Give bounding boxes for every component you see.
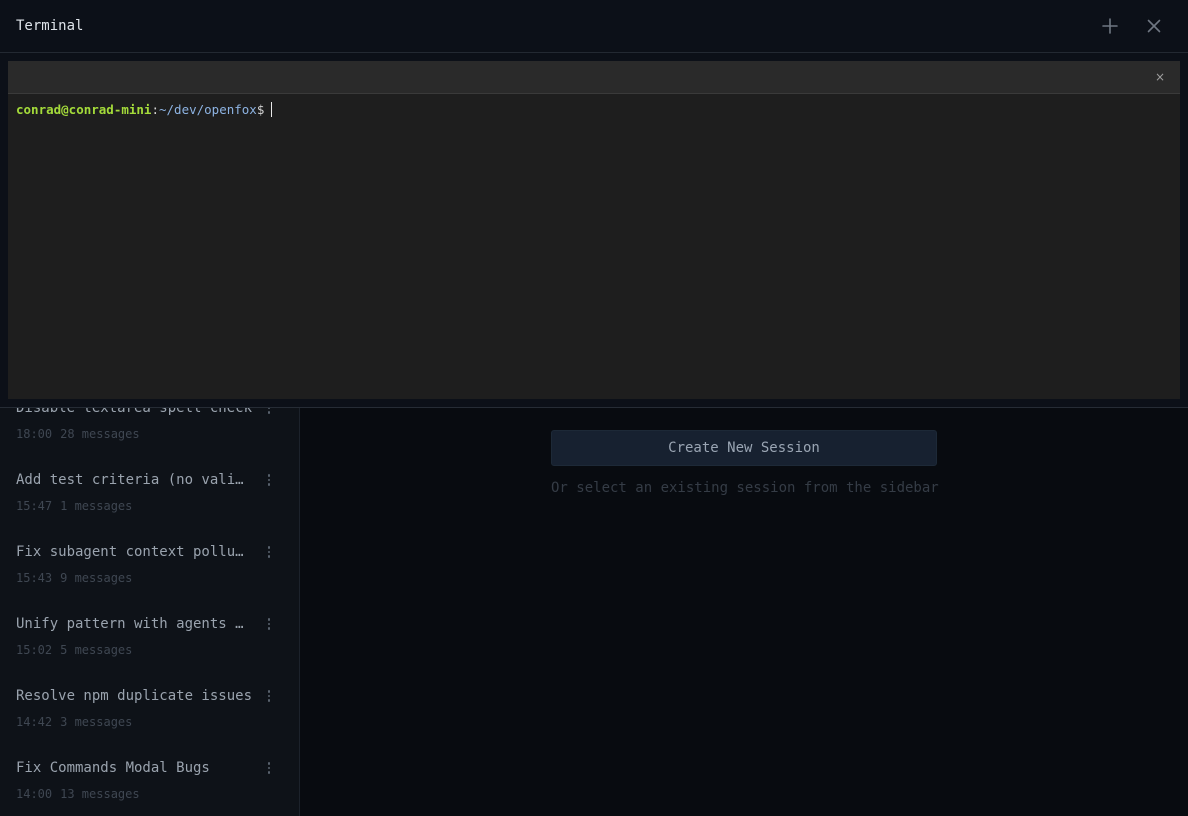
close-icon[interactable] <box>1144 16 1164 36</box>
prompt-symbol: $ <box>256 102 265 117</box>
session-item[interactable]: Fix Commands Modal Bugs 14:00 13 messages <box>0 754 299 816</box>
session-list: Disable textarea spell check 18:00 28 mes… <box>0 394 299 816</box>
session-meta: 18:00 28 messages <box>16 427 140 441</box>
session-message-count: 28 messages <box>60 427 140 441</box>
terminal-window[interactable]: × conrad@conrad-mini:~/dev/openfox$ <box>8 61 1180 399</box>
session-title: Add test criteria (no validation) <box>16 472 252 488</box>
prompt-separator: : <box>151 102 159 117</box>
session-time: 15:02 <box>16 643 53 657</box>
session-title: Fix Commands Modal Bugs <box>16 760 210 776</box>
terminal-tab-bar: × <box>8 61 1180 94</box>
session-message-count: 1 messages <box>60 499 133 513</box>
terminal-prompt-line[interactable]: conrad@conrad-mini:~/dev/openfox$ <box>16 102 273 118</box>
session-meta: 15:47 1 messages <box>16 499 132 513</box>
terminal-panel: Terminal × conrad@conrad-mini:~/dev/open… <box>0 0 1188 408</box>
session-time: 14:42 <box>16 715 53 729</box>
session-item[interactable]: Resolve npm duplicate issues 14:42 3 mess… <box>0 682 299 754</box>
more-options-icon[interactable] <box>263 542 275 562</box>
session-time: 18:00 <box>16 427 53 441</box>
session-title: Fix subagent context pollution <box>16 544 252 560</box>
session-meta: 14:42 3 messages <box>16 715 132 729</box>
more-options-icon[interactable] <box>263 758 275 778</box>
text-cursor <box>271 102 273 117</box>
prompt-path: ~/dev/openfox <box>159 102 257 117</box>
session-message-count: 5 messages <box>60 643 133 657</box>
session-meta: 15:02 5 messages <box>16 643 132 657</box>
session-item[interactable]: Add test criteria (no validation) 15:471… <box>0 466 299 538</box>
more-options-icon[interactable] <box>263 470 275 490</box>
more-options-icon[interactable] <box>263 614 275 634</box>
prompt-user-host: conrad@conrad-mini <box>16 102 152 117</box>
create-new-session-button[interactable]: Create New Session <box>551 430 937 466</box>
session-message-count: 3 messages <box>60 715 133 729</box>
terminal-tab-close-icon[interactable]: × <box>1154 69 1166 85</box>
session-message-count: 9 messages <box>60 571 133 585</box>
empty-state-hint: Or select an existing session from the s… <box>551 480 939 496</box>
terminal-title: Terminal <box>16 18 84 34</box>
session-message-count: 13 messages <box>60 787 140 801</box>
session-title: Unify pattern with agents and skills <box>16 616 252 632</box>
session-time: 14:00 <box>16 787 53 801</box>
session-time: 15:43 <box>16 571 53 585</box>
more-options-icon[interactable] <box>263 686 275 706</box>
session-meta: 14:00 13 messages <box>16 787 140 801</box>
app-root: Disable textarea spell check 18:00 28 mes… <box>0 0 1188 816</box>
session-time: 15:47 <box>16 499 53 513</box>
session-title: Resolve npm duplicate issues <box>16 688 252 704</box>
plus-icon[interactable] <box>1100 16 1120 36</box>
session-item[interactable]: Fix subagent context pollution 15:43 9 me… <box>0 538 299 610</box>
session-item[interactable]: Unify pattern with agents and skills 15:… <box>0 610 299 682</box>
session-meta: 15:43 9 messages <box>16 571 132 585</box>
terminal-header: Terminal <box>0 0 1188 53</box>
